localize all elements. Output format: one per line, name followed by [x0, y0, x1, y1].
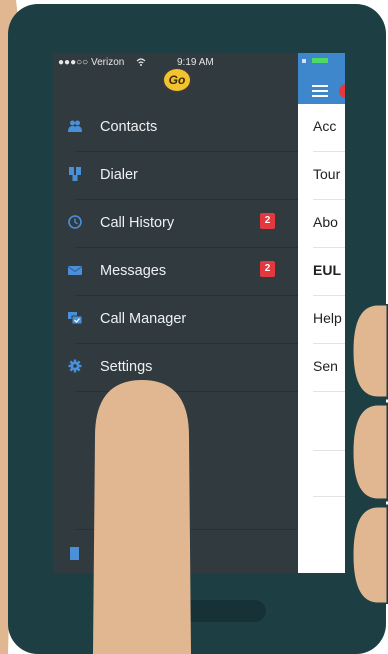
side-menu: Contacts Dialer Call History 2 Messages …	[53, 104, 298, 392]
menu-label-settings: Settings	[100, 359, 153, 375]
menu-item-messages[interactable]: Messages 2	[68, 248, 298, 296]
battery-icon	[302, 58, 328, 63]
menu-item-dialer[interactable]: Dialer	[69, 152, 298, 200]
hamburger-menu-icon[interactable]	[312, 85, 328, 97]
content-header	[298, 53, 345, 104]
wifi-icon	[136, 58, 146, 66]
content-row[interactable]: EUL	[313, 248, 345, 296]
content-row-label: Acc	[313, 118, 337, 134]
content-row[interactable]: Acc	[313, 104, 345, 152]
content-row-label: Tour	[313, 166, 341, 182]
bookmark-icon[interactable]	[70, 547, 79, 560]
dialer-icon	[69, 167, 81, 181]
content-row[interactable]: Tour	[313, 152, 345, 200]
content-divider	[313, 403, 345, 451]
menu-item-call-manager[interactable]: Call Manager	[68, 296, 298, 344]
status-time: 9:19 AM	[177, 57, 214, 68]
menu-label-call-manager: Call Manager	[100, 311, 187, 327]
content-row-label: EUL	[313, 262, 341, 278]
menu-item-call-history[interactable]: Call History 2	[68, 200, 298, 248]
content-row-label: Sen	[313, 358, 338, 374]
contacts-icon	[68, 120, 82, 132]
menu-label-dialer: Dialer	[100, 167, 138, 183]
clock-icon	[68, 215, 82, 229]
gear-icon	[68, 359, 82, 373]
content-divider	[313, 449, 345, 497]
logo-text: Go	[168, 73, 186, 87]
content-panel: Acc Tour Abo EUL Help Sen	[298, 53, 345, 573]
menu-label-call-history: Call History	[100, 215, 175, 231]
content-row-label: Help	[313, 310, 342, 326]
envelope-icon	[68, 266, 82, 275]
app-logo: Go	[162, 67, 192, 93]
menu-item-contacts[interactable]: Contacts	[68, 104, 298, 152]
content-row[interactable]: Abo	[313, 200, 345, 248]
carrier-label: ●●●○○ Verizon	[58, 57, 125, 68]
call-manager-icon	[68, 312, 82, 325]
content-row-label: Abo	[313, 214, 338, 230]
messages-badge: 2	[260, 261, 275, 277]
content-row[interactable]: Help	[313, 296, 345, 344]
call-history-badge: 2	[260, 213, 275, 229]
thumb-fingers	[352, 304, 388, 604]
notification-dot	[339, 84, 345, 98]
pointing-finger	[93, 380, 191, 654]
menu-label-messages: Messages	[100, 263, 167, 279]
content-row[interactable]: Sen	[313, 344, 345, 392]
menu-label-contacts: Contacts	[100, 119, 158, 135]
